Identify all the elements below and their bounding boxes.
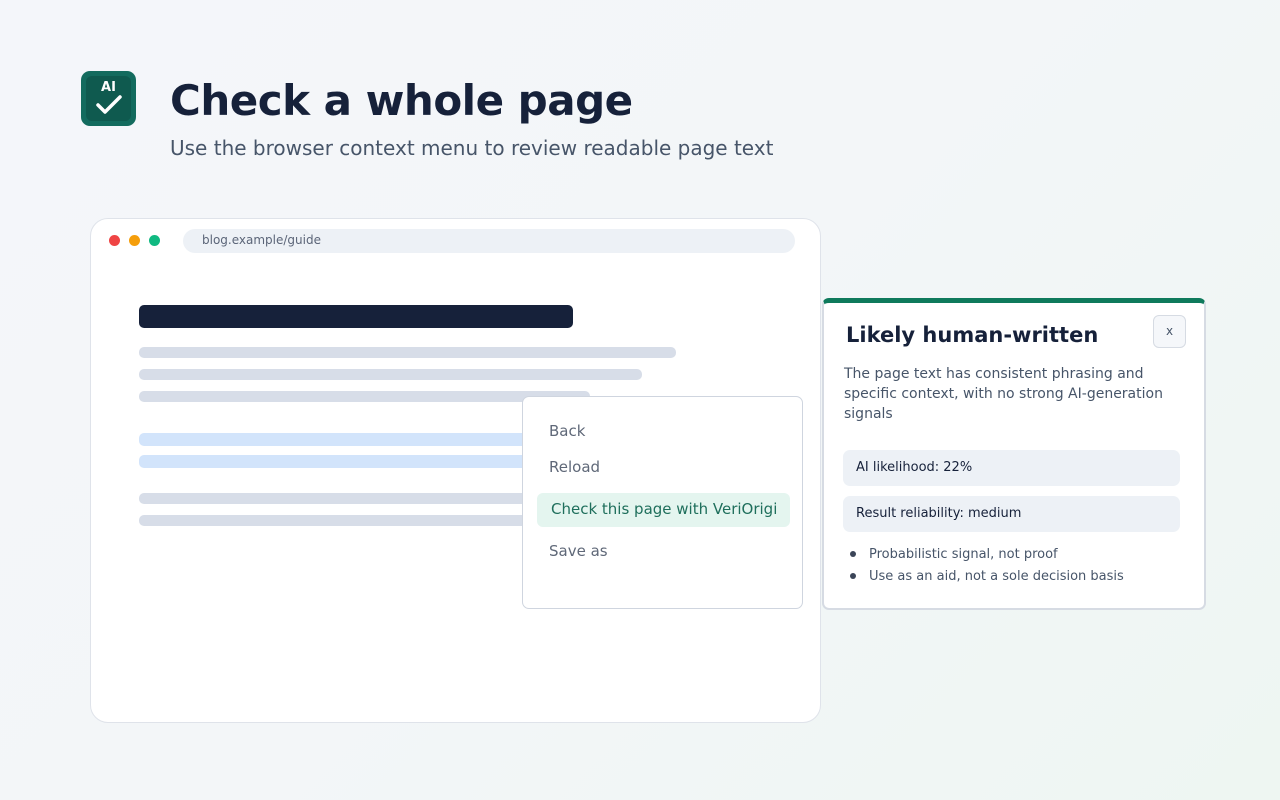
note-text: Use as an aid, not a sole decision basis xyxy=(869,569,1124,584)
note-item: Probabilistic signal, not proof xyxy=(850,547,1058,562)
ai-likelihood-stat: AI likelihood: 22% xyxy=(843,450,1180,486)
note-item: Use as an aid, not a sole decision basis xyxy=(850,569,1124,584)
page-title: Check a whole page xyxy=(170,76,633,125)
window-maximize-dot[interactable] xyxy=(149,235,160,246)
placeholder-text-line xyxy=(139,347,676,358)
close-button[interactable]: x xyxy=(1153,315,1186,348)
menu-item-check-page[interactable]: Check this page with VeriOrigi xyxy=(537,493,790,527)
menu-item-save-as[interactable]: Save as xyxy=(549,542,608,560)
app-logo: AI xyxy=(81,71,136,126)
checkmark-icon xyxy=(96,95,122,114)
window-close-dot[interactable] xyxy=(109,235,120,246)
bullet-icon xyxy=(850,550,856,557)
placeholder-text-line xyxy=(139,493,539,504)
placeholder-text-line xyxy=(139,369,642,380)
logo-text: AI xyxy=(101,80,116,95)
window-minimize-dot[interactable] xyxy=(129,235,140,246)
result-panel: Likely human-written x The page text has… xyxy=(822,298,1206,610)
note-text: Probabilistic signal, not proof xyxy=(869,547,1058,562)
result-description: The page text has consistent phrasing an… xyxy=(844,366,1163,422)
result-title: Likely human-written xyxy=(846,323,1099,347)
address-bar[interactable]: blog.example/guide xyxy=(183,229,795,253)
page-subtitle: Use the browser context menu to review r… xyxy=(170,136,774,160)
placeholder-text-line xyxy=(139,515,539,526)
bullet-icon xyxy=(850,572,856,579)
placeholder-selected-line xyxy=(139,455,539,468)
reliability-stat: Result reliability: medium xyxy=(843,496,1180,532)
logo-badge: AI xyxy=(86,76,131,121)
placeholder-selected-line xyxy=(139,433,539,446)
menu-item-back[interactable]: Back xyxy=(549,422,585,440)
placeholder-headline xyxy=(139,305,573,328)
menu-item-reload[interactable]: Reload xyxy=(549,458,600,476)
context-menu: Back Reload Check this page with VeriOri… xyxy=(522,396,803,609)
